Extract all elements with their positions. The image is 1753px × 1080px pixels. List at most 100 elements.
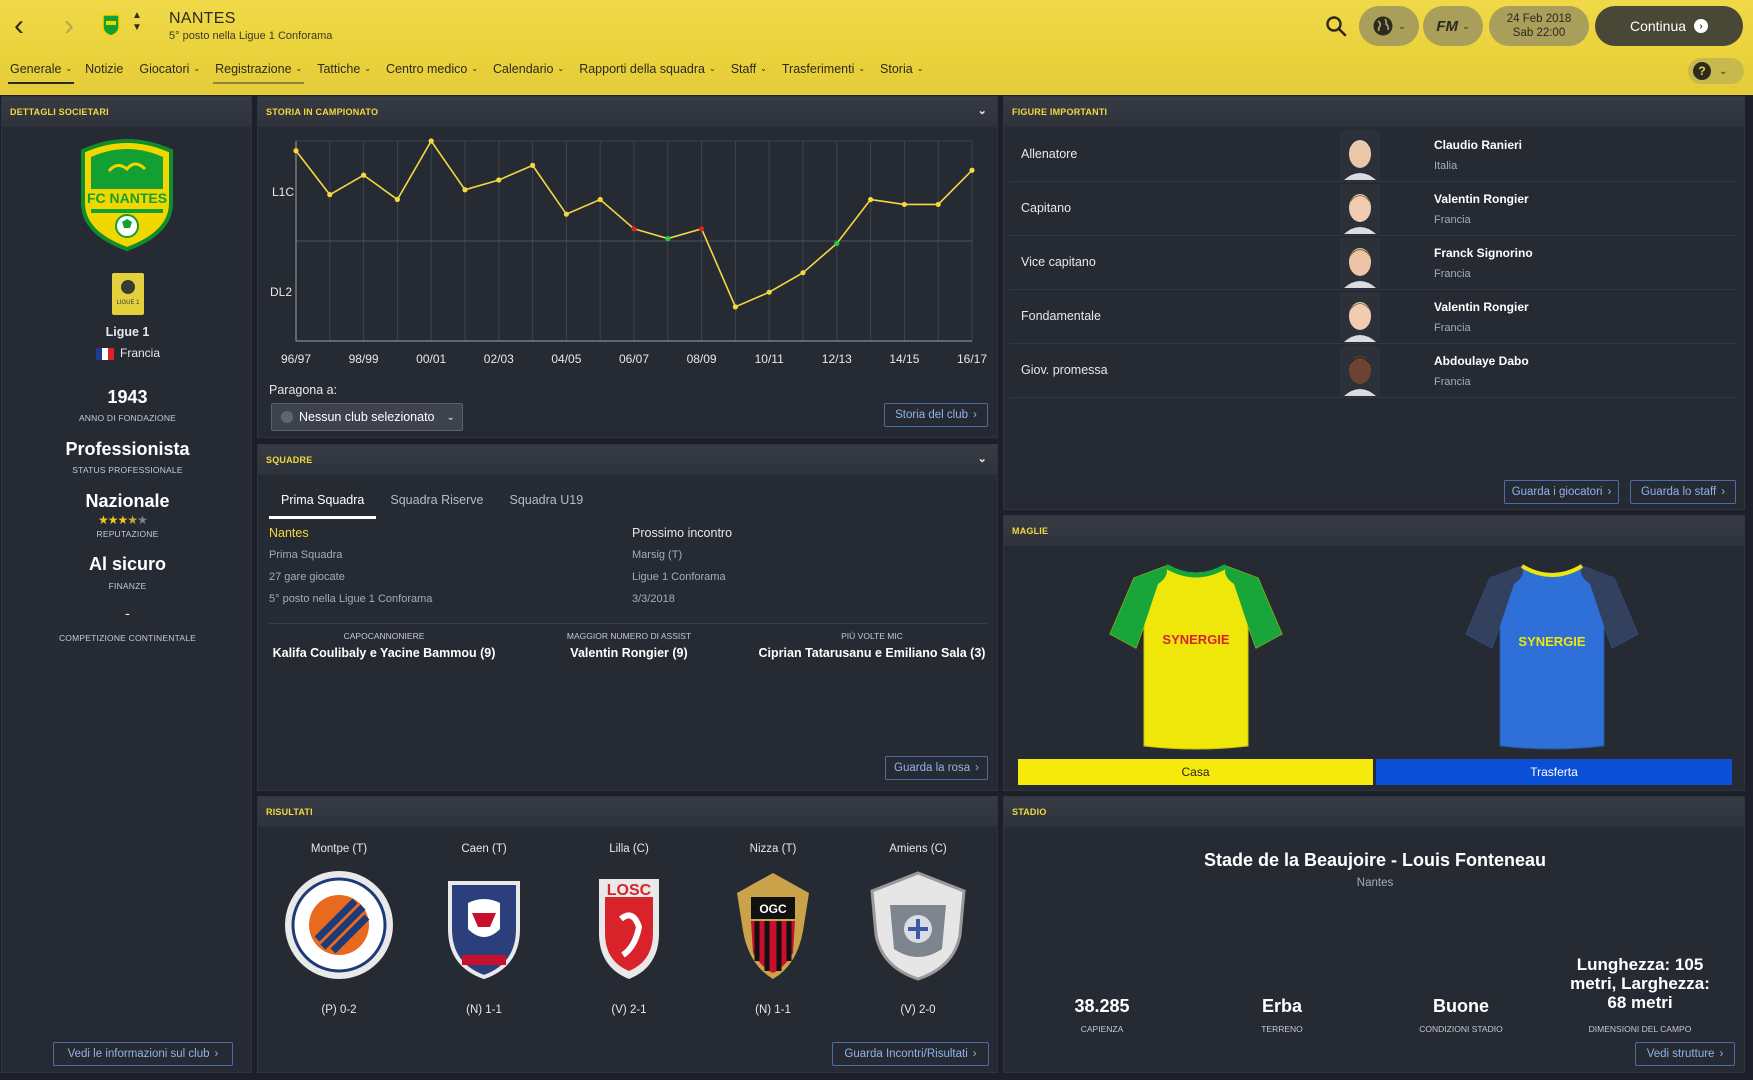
figure-name[interactable]: Valentin Rongier xyxy=(1434,300,1529,314)
star-icon: ★ xyxy=(107,513,119,527)
stat-value[interactable]: Kalifa Coulibaly e Yacine Bammou (9) xyxy=(269,646,499,660)
question-icon: ? xyxy=(1693,62,1711,80)
key-figures-panel: FIGURE IMPORTANTI Allenatore Claudio Rani… xyxy=(1003,96,1745,510)
team-name[interactable]: Nantes xyxy=(269,526,309,540)
menu-item-notizie[interactable]: Notizie xyxy=(85,62,123,84)
world-menu-button[interactable]: ⌄ xyxy=(1359,6,1419,46)
menu-item-giocatori[interactable]: Giocatori ⌄ xyxy=(139,62,200,84)
figure-nation: Francia xyxy=(1434,214,1471,226)
tab-prima-squadra[interactable]: Prima Squadra xyxy=(269,493,377,519)
team-info-line: 27 gare giocate xyxy=(269,571,345,583)
stat-value[interactable]: Valentin Rongier (9) xyxy=(514,646,744,660)
figure-name[interactable]: Abdoulaye Dabo xyxy=(1434,354,1529,368)
svg-text:LOSC: LOSC xyxy=(607,882,652,899)
fm-menu-button[interactable]: FM ⌄ xyxy=(1423,6,1483,46)
next-match-line: Ligue 1 Conforama xyxy=(632,571,726,583)
figure-role: Allenatore xyxy=(1021,147,1078,161)
view-players-button[interactable]: Guarda i giocatori › xyxy=(1504,480,1619,504)
club-info-button[interactable]: Vedi le informazioni sul club › xyxy=(53,1042,233,1066)
figure-name[interactable]: Claudio Ranieri xyxy=(1434,138,1522,152)
panel-title: MAGLIE xyxy=(1012,526,1049,536)
club-switch-icon[interactable]: ▲ ▼ xyxy=(132,10,142,34)
date-display[interactable]: 24 Feb 2018 Sab 22:00 xyxy=(1489,6,1589,46)
figure-row[interactable]: Vice capitano Franck Signorino Francia xyxy=(1009,236,1736,290)
data-point xyxy=(969,167,975,173)
menu-item-rapporti-della-squadra[interactable]: Rapporti della squadra ⌄ xyxy=(579,62,715,84)
data-point xyxy=(530,162,536,168)
result-score: (V) 2-0 xyxy=(900,1004,936,1016)
result-item[interactable]: Amiens (C) (V) 2-0 xyxy=(848,843,988,1016)
person-avatar-icon xyxy=(1340,346,1380,396)
next-match-title: Prossimo incontro xyxy=(632,526,733,540)
data-point xyxy=(462,187,468,193)
search-icon[interactable] xyxy=(1324,14,1348,38)
menu-item-centro-medico[interactable]: Centro medico ⌄ xyxy=(386,62,478,84)
back-arrow-icon[interactable]: ‹ xyxy=(14,11,24,41)
result-item[interactable]: Montpe (T) (P) 0-2 xyxy=(269,843,409,1016)
help-button[interactable]: ? ⌄ xyxy=(1688,58,1744,84)
menu-item-generale[interactable]: Generale ⌄ xyxy=(7,62,75,84)
menu-item-storia[interactable]: Storia ⌄ xyxy=(880,62,923,84)
reputation-label: REPUTAZIONE xyxy=(96,529,159,539)
club-history-button[interactable]: Storia del club › xyxy=(884,403,988,427)
person-avatar-icon xyxy=(1340,130,1380,180)
stadium-name: Stade de la Beaujoire - Louis Fonteneau xyxy=(1203,850,1547,870)
status-value: Professionista xyxy=(65,439,190,459)
person-avatar-icon xyxy=(1340,292,1380,342)
continue-button[interactable]: Continua › xyxy=(1595,6,1743,46)
view-staff-button[interactable]: Guarda lo staff › xyxy=(1630,480,1736,504)
divider xyxy=(269,623,987,624)
globe-icon xyxy=(1373,16,1393,36)
figure-row[interactable]: Allenatore Claudio Ranieri Italia xyxy=(1009,128,1736,182)
current-time: Sab 22:00 xyxy=(1512,27,1566,39)
x-tick-label: 02/03 xyxy=(484,352,514,366)
collapse-chevron-icon[interactable]: ⌄ xyxy=(978,104,987,117)
button-label: Storia del club xyxy=(895,409,969,421)
data-point xyxy=(597,196,603,203)
stat-value[interactable]: Ciprian Tatarusanu e Emiliano Sala (3) xyxy=(757,646,987,660)
tab-squadra-u19[interactable]: Squadra U19 xyxy=(497,493,595,519)
menu-item-staff[interactable]: Staff ⌄ xyxy=(731,62,767,84)
menu-item-trasferimenti[interactable]: Trasferimenti ⌄ xyxy=(782,62,865,84)
panel-title: DETTAGLI SOCIETARI xyxy=(10,107,109,117)
menu-item-tattiche[interactable]: Tattiche ⌄ xyxy=(317,62,371,84)
person-avatar-icon xyxy=(1340,184,1380,234)
view-squad-button[interactable]: Guarda la rosa › xyxy=(885,756,988,780)
club-crest-small-icon[interactable] xyxy=(101,13,121,37)
figure-row[interactable]: Giov. promessa Abdoulaye Dabo Francia xyxy=(1009,344,1736,398)
result-item[interactable]: Nizza (T) OGC (N) 1-1 xyxy=(703,843,843,1016)
status-label: STATUS PROFESSIONALE xyxy=(72,465,183,475)
data-point xyxy=(901,201,908,208)
view-facilities-button[interactable]: Vedi strutture › xyxy=(1635,1042,1735,1066)
compare-club-select[interactable]: Nessun club selezionato ⌄ xyxy=(271,403,463,431)
data-point xyxy=(496,177,502,183)
stadium-stat-value: 38.285 xyxy=(1074,996,1130,1016)
result-item[interactable]: Caen (T) (N) 1-1 xyxy=(414,843,554,1016)
kits-panel: MAGLIE SYNERGIE SYNERGIE Casa Trasferta xyxy=(1003,515,1745,791)
figure-row[interactable]: Fondamentale Valentin Rongier Francia xyxy=(1009,290,1736,344)
away-kit-label: Trasferta xyxy=(1530,765,1578,779)
view-matches-button[interactable]: Guarda Incontri/Risultati › xyxy=(832,1042,989,1066)
data-point xyxy=(563,211,569,217)
data-point xyxy=(428,138,434,144)
figure-nation: Italia xyxy=(1434,160,1458,172)
result-item[interactable]: Lilla (C) LOSC (V) 2-1 xyxy=(559,843,699,1016)
chevron-down-icon: ⌄ xyxy=(65,64,73,73)
figure-row[interactable]: Capitano Valentin Rongier Francia xyxy=(1009,182,1736,236)
figure-name[interactable]: Valentin Rongier xyxy=(1434,192,1529,206)
panel-title: RISULTATI xyxy=(266,807,313,817)
menu-item-registrazione[interactable]: Registrazione ⌄ xyxy=(213,62,305,84)
collapse-chevron-icon[interactable]: ⌄ xyxy=(978,452,987,465)
y-tick-label: DL2 xyxy=(270,285,292,299)
svg-text:OGC: OGC xyxy=(759,902,787,916)
forward-arrow-icon[interactable]: › xyxy=(64,11,74,41)
figure-role: Vice capitano xyxy=(1021,255,1096,269)
tab-squadra-riserve[interactable]: Squadra Riserve xyxy=(378,493,495,519)
figure-nation: Francia xyxy=(1434,268,1471,280)
menu-item-calendario[interactable]: Calendario ⌄ xyxy=(493,62,564,84)
x-tick-label: 16/17 xyxy=(957,352,987,366)
figure-name[interactable]: Franck Signorino xyxy=(1434,246,1533,260)
data-point xyxy=(394,196,400,203)
chevron-down-icon: ⌄ xyxy=(760,64,767,73)
next-match-line[interactable]: Marsig (T) xyxy=(632,549,682,561)
